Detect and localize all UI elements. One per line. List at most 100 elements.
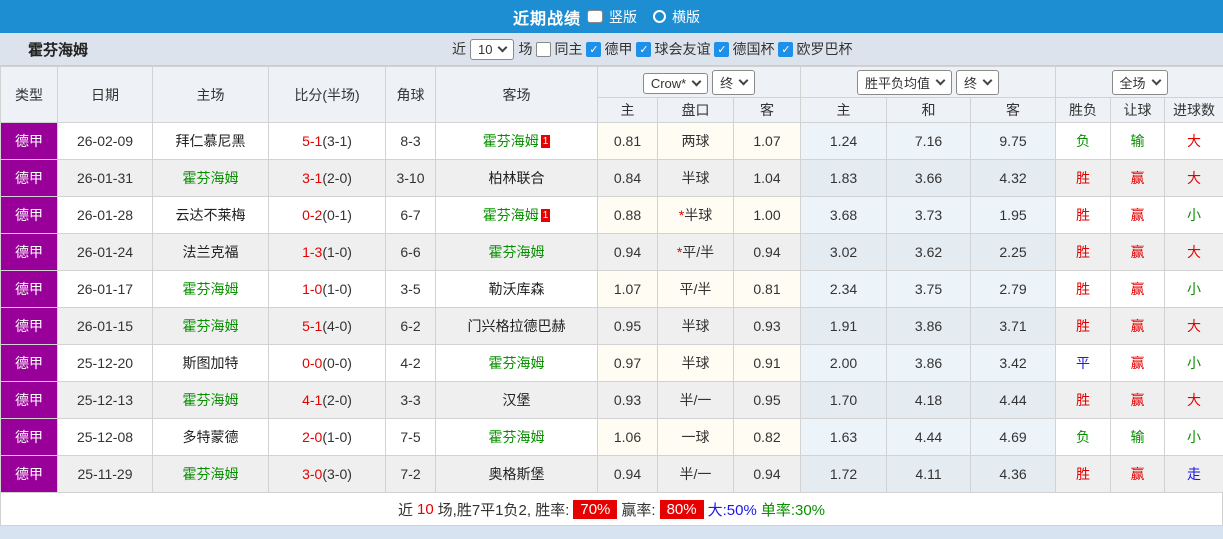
summary-prefix: 近 xyxy=(397,501,413,519)
corner-cell: 3-10 xyxy=(385,159,436,197)
header-odds-pan: 盘口 xyxy=(657,97,734,123)
goals-result: 大 xyxy=(1187,133,1202,149)
result-wdl: 胜 xyxy=(1076,392,1091,408)
fulltime-score: 5-1 xyxy=(302,318,323,334)
chevron-down-icon xyxy=(982,75,993,86)
radio-vertical-label[interactable]: 竖版 xyxy=(609,7,637,27)
table-row: 德甲 26-01-28 云达不莱梅 0-2(0-1) 6-7 霍芬海姆 1 0.8… xyxy=(0,196,1223,234)
handicap-result: 赢 xyxy=(1130,244,1145,260)
bookmaker-select-value: Crow* xyxy=(650,75,687,91)
avg-away-cell: 4.69 xyxy=(970,418,1057,456)
goals-result-cell: 大 xyxy=(1164,307,1223,345)
league-type-cell: 德甲 xyxy=(0,455,58,493)
away-team-cell: 汉堡 xyxy=(435,381,598,419)
handicap-result-cell: 赢 xyxy=(1110,233,1166,271)
result-cell: 胜 xyxy=(1055,196,1112,234)
result-cell: 负 xyxy=(1055,418,1112,456)
handicap-text: 平/半 xyxy=(682,244,715,260)
goals-result: 走 xyxy=(1187,466,1202,482)
odds-away-cell: 0.95 xyxy=(732,381,802,419)
avg-away-cell: 9.75 xyxy=(970,122,1057,160)
checkbox-item-club-friendly[interactable]: ✓ 球会友谊 xyxy=(636,39,710,59)
checkbox-item-german-cup[interactable]: ✓ 德国杯 xyxy=(714,39,774,59)
radio-vertical-layout[interactable] xyxy=(587,10,603,23)
odds-away-cell: 0.94 xyxy=(732,455,802,493)
away-team-cell: 霍芬海姆 1 xyxy=(435,122,598,160)
avg-away-cell: 1.95 xyxy=(970,196,1057,234)
handicap-result: 赢 xyxy=(1130,281,1145,297)
home-team-cell: 霍芬海姆 xyxy=(152,159,269,197)
header-odds-away: 客 xyxy=(732,97,802,123)
odds-home-cell: 0.94 xyxy=(597,233,658,271)
header-rq: 让球 xyxy=(1110,97,1166,123)
bundesliga-checkbox[interactable]: ✓ xyxy=(586,41,602,57)
fulltime-score: 5-1 xyxy=(302,133,323,149)
bookmaker-period-select[interactable]: 终 xyxy=(712,69,756,95)
fulltime-score: 1-3 xyxy=(302,244,323,260)
result-cell: 胜 xyxy=(1055,270,1112,308)
match-count-select[interactable]: 10 xyxy=(470,38,515,60)
bookmaker-select[interactable]: Crow* xyxy=(642,72,709,94)
avg-away-cell: 4.36 xyxy=(970,455,1057,493)
odds-away-cell: 0.82 xyxy=(732,418,802,456)
goals-result: 小 xyxy=(1187,355,1202,371)
avg-select[interactable]: 胜平负均值 xyxy=(857,69,953,95)
header-jq: 进球数 xyxy=(1164,97,1223,123)
handicap-cell: 半球 xyxy=(657,344,734,382)
handicap-text: 半球 xyxy=(681,318,710,334)
header-avg-away: 客 xyxy=(970,97,1057,123)
halftime-score: (0-1) xyxy=(322,207,352,223)
league-type-cell: 德甲 xyxy=(0,381,58,419)
away-team-cell: 霍芬海姆 1 xyxy=(435,196,598,234)
odds-home-cell: 1.06 xyxy=(597,418,658,456)
avg-home-cell: 1.70 xyxy=(800,381,888,419)
avg-draw-cell: 3.62 xyxy=(886,233,972,271)
win-rate-badge: 70% xyxy=(573,499,618,519)
europa-league-checkbox[interactable]: ✓ xyxy=(778,41,794,57)
goals-result: 大 xyxy=(1187,392,1202,408)
avg-away-cell: 4.32 xyxy=(970,159,1057,197)
avg-period-select[interactable]: 终 xyxy=(955,69,999,95)
handicap-result: 输 xyxy=(1130,429,1145,445)
team-name: 霍芬海姆 xyxy=(28,41,89,59)
radio-horizontal-label[interactable]: 横版 xyxy=(672,7,700,27)
radio-horizontal-layout[interactable] xyxy=(653,10,666,23)
checkbox-label: 德甲 xyxy=(604,41,633,57)
table-row: 德甲 26-01-17 霍芬海姆 1-0(1-0) 3-5 勒沃库森 1.07 … xyxy=(0,270,1223,308)
table-row: 德甲 25-11-29 霍芬海姆 3-0(3-0) 7-2 奥格斯堡 0.94 … xyxy=(0,455,1223,493)
handicap-result-cell: 赢 xyxy=(1110,381,1166,419)
away-team: 霍芬海姆 xyxy=(488,244,545,260)
checkbox-item-same-home[interactable]: ✓ 同主 xyxy=(536,39,582,59)
same-home-checkbox[interactable]: ✓ xyxy=(536,41,552,57)
league-type-cell: 德甲 xyxy=(0,344,58,382)
avg-away-cell: 4.44 xyxy=(970,381,1057,419)
goals-result: 大 xyxy=(1187,244,1202,260)
home-team-cell: 霍芬海姆 xyxy=(152,270,269,308)
home-team-cell: 斯图加特 xyxy=(152,344,269,382)
halftime-score: (3-0) xyxy=(322,466,352,482)
home-team: 云达不莱梅 xyxy=(175,207,246,223)
scope-select[interactable]: 全场 xyxy=(1111,69,1168,95)
fulltime-score: 0-2 xyxy=(302,207,323,223)
header-bookmaker-group: Crow* 终 xyxy=(596,66,802,98)
checkbox-item-bundesliga[interactable]: ✓ 德甲 xyxy=(586,39,632,59)
checkbox-item-europa-league[interactable]: ✓ 欧罗巴杯 xyxy=(778,39,852,59)
home-team-cell: 霍芬海姆 xyxy=(152,381,269,419)
away-team-cell: 奥格斯堡 xyxy=(435,455,598,493)
handicap-result: 赢 xyxy=(1130,207,1145,223)
result-cell: 胜 xyxy=(1055,307,1112,345)
red-card-badge: 1 xyxy=(540,135,551,148)
odds-home-cell: 1.07 xyxy=(597,270,658,308)
date-cell: 26-01-28 xyxy=(57,196,153,234)
handicap-result-cell: 赢 xyxy=(1110,344,1166,382)
date-cell: 25-12-13 xyxy=(57,381,153,419)
result-wdl: 胜 xyxy=(1076,318,1091,334)
date-cell: 26-01-17 xyxy=(57,270,153,308)
table-row: 德甲 26-01-15 霍芬海姆 5-1(4-0) 6-2 门兴格拉德巴赫 0.… xyxy=(0,307,1223,345)
club-friendly-checkbox[interactable]: ✓ xyxy=(636,41,652,57)
german-cup-checkbox[interactable]: ✓ xyxy=(714,41,730,57)
header-odds-home: 主 xyxy=(597,97,658,123)
goals-result-cell: 走 xyxy=(1164,455,1223,493)
odds-away-cell: 0.91 xyxy=(732,344,802,382)
goals-result: 小 xyxy=(1187,207,1202,223)
